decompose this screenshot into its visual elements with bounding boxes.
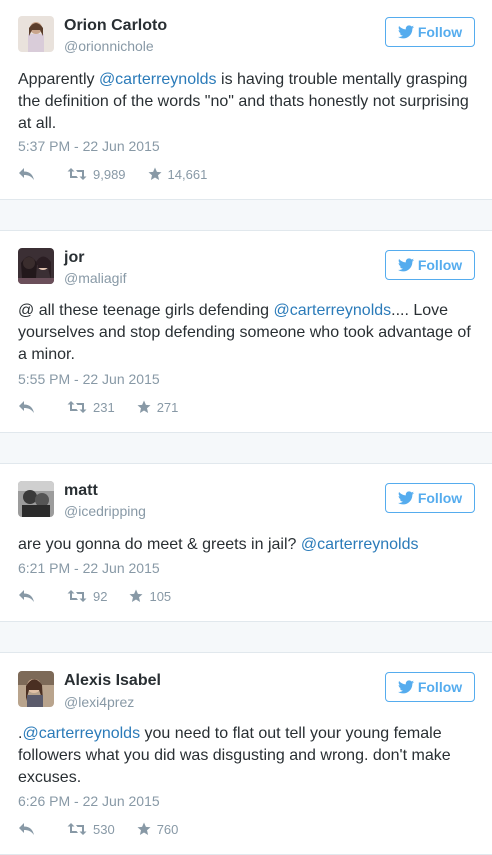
twitter-bird-icon [397, 491, 414, 505]
twitter-bird-icon [397, 258, 414, 272]
retweet-icon[interactable] [67, 167, 87, 181]
reply-icon[interactable] [18, 400, 35, 414]
avatar[interactable] [18, 671, 54, 707]
follow-button[interactable]: Follow [385, 17, 475, 47]
star-icon[interactable] [137, 400, 151, 414]
author-name[interactable]: matt [64, 482, 98, 500]
author-handle[interactable]: @maliagif [64, 270, 126, 286]
favorite-count: 14,661 [167, 166, 208, 182]
tweet-text: @ all these teenage girls defending @car… [18, 300, 478, 366]
follow-label: Follow [417, 24, 463, 40]
follow-label: Follow [417, 257, 463, 273]
tweet-card: matt @icedripping Follow are you gonna d… [0, 463, 492, 622]
reply-icon[interactable] [18, 589, 35, 603]
author-name[interactable]: jor [64, 249, 84, 267]
twitter-bird-icon [397, 680, 414, 694]
avatar[interactable] [18, 16, 54, 52]
tweet-actions: 530 760 [18, 820, 178, 838]
tweet-card: Orion Carloto @orionnichole Follow Appar… [0, 0, 492, 200]
retweet-icon[interactable] [67, 822, 87, 836]
tweet-card: jor @maliagif Follow @ all these teenage… [0, 230, 492, 433]
tweet-timestamp[interactable]: 6:26 PM - 22 Jun 2015 [18, 793, 160, 809]
author-handle[interactable]: @orionnichole [64, 38, 154, 54]
favorite-count: 271 [156, 399, 179, 415]
follow-button[interactable]: Follow [385, 483, 475, 513]
avatar-image [18, 481, 54, 517]
tweet-actions: 92 105 [18, 587, 171, 605]
author-name[interactable]: Alexis Isabel [64, 672, 161, 690]
avatar[interactable] [18, 248, 54, 284]
follow-button[interactable]: Follow [385, 672, 475, 702]
tweet-actions: 9,989 14,661 [18, 165, 207, 183]
mention-link[interactable]: @carterreynolds [99, 71, 217, 88]
author-handle[interactable]: @icedripping [64, 503, 146, 519]
star-icon[interactable] [129, 589, 143, 603]
tweet-feed: Orion Carloto @orionnichole Follow Appar… [0, 0, 492, 855]
tweet-text-part: @ all these teenage girls defending [18, 302, 274, 319]
twitter-bird-icon [397, 25, 414, 39]
retweet-count: 92 [93, 588, 108, 604]
favorite-count: 760 [156, 821, 179, 837]
tweet-card: Alexis Isabel @lexi4prez Follow .@carter… [0, 652, 492, 855]
retweet-count: 530 [93, 821, 115, 837]
tweet-text-part: are you gonna do meet & greets in jail? [18, 536, 301, 553]
follow-button[interactable]: Follow [385, 250, 475, 280]
favorite-count: 105 [149, 588, 172, 604]
star-icon[interactable] [137, 822, 151, 836]
tweet-timestamp[interactable]: 5:37 PM - 22 Jun 2015 [18, 138, 160, 154]
tweet-text: .@carterreynolds you need to flat out te… [18, 723, 478, 789]
avatar-image [18, 671, 54, 707]
tweet-timestamp[interactable]: 5:55 PM - 22 Jun 2015 [18, 371, 160, 387]
retweet-icon[interactable] [67, 400, 87, 414]
mention-link[interactable]: @carterreynolds [274, 302, 392, 319]
avatar-image [18, 16, 54, 52]
tweet-text: Apparently @carterreynolds is having tro… [18, 69, 478, 135]
tweet-text-part: Apparently [18, 71, 99, 88]
mention-link[interactable]: @carterreynolds [301, 536, 419, 553]
star-icon[interactable] [148, 167, 162, 181]
avatar-image [18, 248, 54, 284]
retweet-count: 9,989 [93, 166, 126, 182]
tweet-actions: 231 271 [18, 398, 178, 416]
author-handle[interactable]: @lexi4prez [64, 694, 134, 710]
mention-link[interactable]: @carterreynolds [22, 725, 140, 742]
author-name[interactable]: Orion Carloto [64, 17, 167, 35]
tweet-text: are you gonna do meet & greets in jail? … [18, 534, 478, 556]
tweet-timestamp[interactable]: 6:21 PM - 22 Jun 2015 [18, 560, 160, 576]
retweet-count: 231 [93, 399, 115, 415]
reply-icon[interactable] [18, 167, 35, 181]
follow-label: Follow [417, 490, 463, 506]
reply-icon[interactable] [18, 822, 35, 836]
follow-label: Follow [417, 679, 463, 695]
retweet-icon[interactable] [67, 589, 87, 603]
avatar[interactable] [18, 481, 54, 517]
